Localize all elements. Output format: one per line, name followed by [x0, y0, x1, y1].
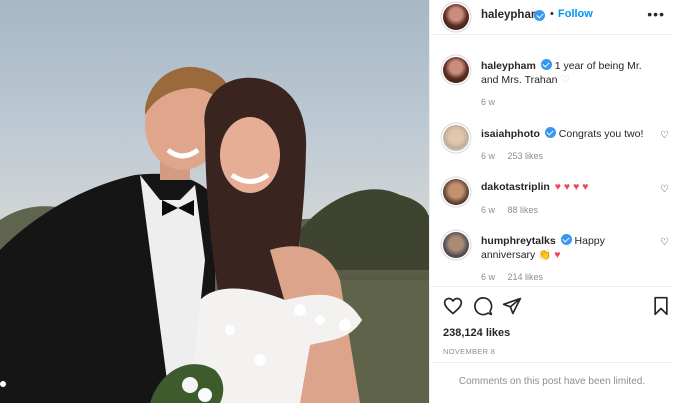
comment-username[interactable]: humphreytalks — [481, 235, 556, 247]
clap-emoji: 👏 — [538, 248, 552, 261]
caption-text-block: haleypham 1 year of being Mr. and Mrs. T… — [481, 59, 661, 87]
follow-button[interactable]: Follow — [558, 8, 593, 20]
comment-text-block: isaiahphoto Congrats you two! — [481, 127, 661, 142]
comment-meta: 6 w 253 likes — [481, 151, 553, 161]
comment-like-heart-icon[interactable]: ♡ — [660, 130, 669, 141]
caption-meta: 6 w — [481, 97, 505, 107]
comment-avatar[interactable] — [443, 125, 469, 151]
comment-likes[interactable]: 214 likes — [508, 272, 544, 282]
save-bookmark-icon[interactable] — [652, 296, 670, 316]
post-photo[interactable] — [0, 0, 429, 403]
footer-divider — [430, 362, 673, 363]
comment-age: 6 w — [481, 205, 496, 215]
post-sidebar: haleypham • Follow ••• haleypham 1 year … — [429, 0, 673, 403]
comment-like-heart-icon[interactable]: ♡ — [660, 184, 669, 195]
author-avatar[interactable] — [443, 4, 469, 30]
header-divider — [430, 34, 673, 35]
comment-avatar[interactable] — [443, 179, 469, 205]
header-separator: • — [550, 8, 554, 20]
verified-badge-icon — [534, 10, 545, 21]
author-username[interactable]: haleypham — [481, 9, 541, 21]
like-heart-icon[interactable] — [443, 296, 463, 316]
comment-text-block: dakotastriplin ♥ ♥ ♥ ♥ — [481, 181, 661, 195]
verified-badge-icon — [544, 127, 556, 138]
comment-meta: 6 w 214 likes — [481, 272, 553, 282]
comment-text-block: humphreytalks Happy anniversary 👏 ♥ — [481, 234, 661, 262]
comment-likes[interactable]: 253 likes — [508, 151, 544, 161]
comment-avatar[interactable] — [443, 232, 469, 258]
comment-age: 6 w — [481, 272, 496, 282]
caption-age: 6 w — [481, 97, 496, 107]
photo-indicator-dot — [0, 381, 6, 387]
post-header: haleypham • Follow ••• — [430, 0, 673, 34]
verified-badge-icon — [540, 59, 552, 70]
caption-heart-emoji: ♡ — [560, 73, 570, 86]
comment-likes[interactable]: 88 likes — [508, 205, 539, 215]
like-count[interactable]: 238,124 likes — [443, 327, 510, 339]
comment-hearts-emoji: ♥ ♥ ♥ ♥ — [554, 181, 589, 193]
actions-divider — [430, 286, 673, 287]
comment-bubble-icon[interactable] — [473, 296, 493, 316]
caption-avatar[interactable] — [443, 57, 469, 83]
heart-emoji: ♥ — [554, 248, 561, 261]
comment-meta: 6 w 88 likes — [481, 205, 548, 215]
more-options-icon[interactable]: ••• — [647, 6, 665, 22]
comment-username[interactable]: dakotastriplin — [481, 181, 550, 193]
post-date: NOVEMBER 8 — [443, 347, 496, 356]
comment-text: Congrats you two! — [558, 128, 644, 140]
couple-photo-illustration — [0, 66, 429, 403]
caption-username[interactable]: haleypham — [481, 60, 536, 72]
comment-username[interactable]: isaiahphoto — [481, 128, 540, 140]
comment-like-heart-icon[interactable]: ♡ — [660, 237, 669, 248]
comments-limited-notice: Comments on this post have been limited. — [458, 376, 646, 387]
verified-badge-icon — [560, 234, 572, 245]
share-paper-plane-icon[interactable] — [502, 296, 522, 316]
comment-age: 6 w — [481, 151, 496, 161]
post-action-bar — [430, 296, 673, 318]
